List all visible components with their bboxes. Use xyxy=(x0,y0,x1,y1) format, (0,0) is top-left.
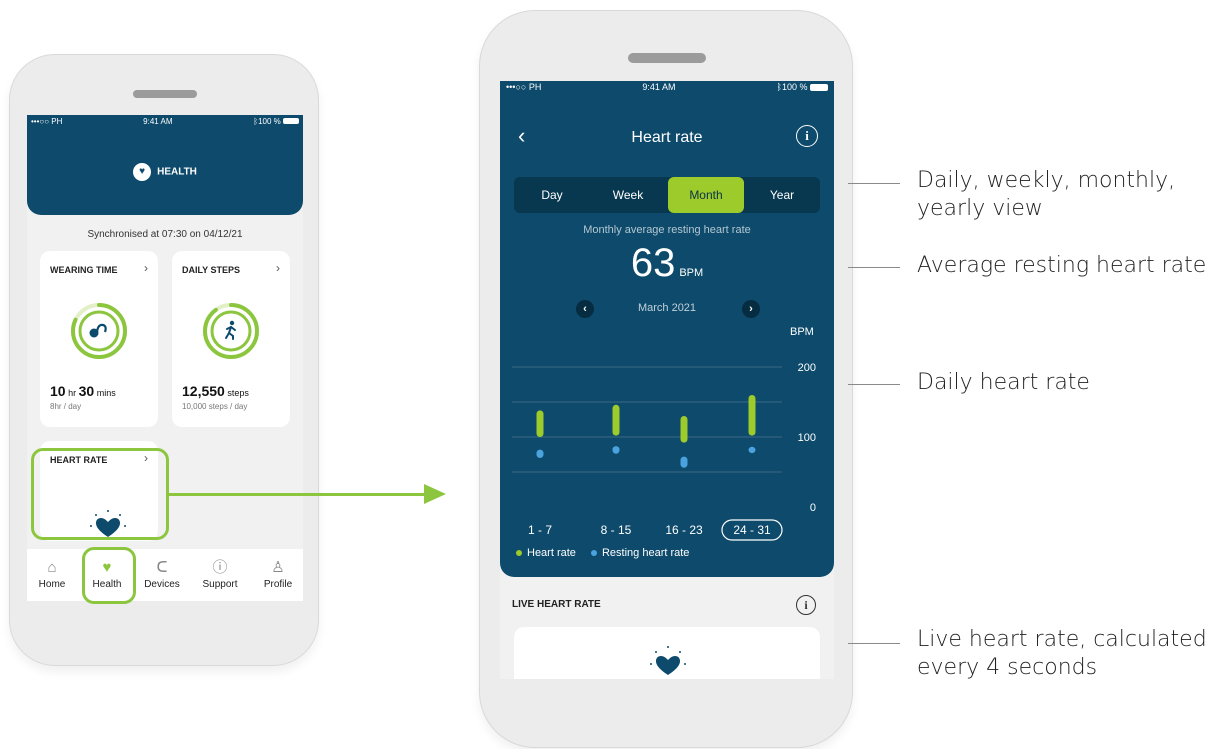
previous-month-button[interactable]: ‹ xyxy=(576,300,594,318)
month-label: March 2021 xyxy=(637,302,697,314)
steps-progress-ring xyxy=(203,303,259,359)
average-label: Monthly average resting heart rate xyxy=(583,224,751,236)
battery-icon xyxy=(810,84,828,92)
steps-goal: 10,000 steps / day xyxy=(182,402,248,411)
tab-day[interactable]: Day xyxy=(514,177,590,213)
period-selector: Day Week Month Year xyxy=(514,177,820,213)
heart-rate-bar xyxy=(680,416,688,443)
average-unit: BPM xyxy=(679,267,704,279)
wearing-progress-ring xyxy=(71,303,127,359)
daily-steps-card[interactable]: DAILY STEPS › 12,550 steps 10,000 steps … xyxy=(172,251,290,427)
heart-pulse-icon xyxy=(650,646,686,675)
health-header: •••○○ PH 9:41 AM ᛒ100 % ♥ HEALTH xyxy=(27,115,303,215)
resting-heart-rate-bar xyxy=(680,456,688,468)
legend-dot xyxy=(516,550,522,557)
nav-devices[interactable]: ᑕ Devices xyxy=(137,557,187,590)
carrier: •••○○ PH xyxy=(506,82,542,92)
battery-status: ᛒ100 % xyxy=(777,82,828,92)
bottom-navigation: ⌂ Home ♥ Health ᑕ Devices ⓘ Support ♙ Profile xyxy=(27,549,303,601)
arrow-head-icon xyxy=(424,484,446,504)
x-tick-label: 16 - 23 xyxy=(665,523,703,537)
resting-heart-rate-bar xyxy=(748,446,756,454)
clock: 9:41 AM xyxy=(642,82,676,92)
x-tick-label: 24 - 31 xyxy=(733,523,771,537)
heart-rate-bar xyxy=(748,395,756,436)
nav-profile[interactable]: ♙ Profile xyxy=(253,557,303,590)
speaker xyxy=(628,53,706,63)
chart-legend: Heart rate Resting heart rate xyxy=(516,547,701,559)
live-heart-rate-label: LIVE HEART RATE xyxy=(512,599,601,610)
heart-rate-chart: 0 100 200 1 - 7 8 - 15 16 - 23 24 - 31 xyxy=(512,362,816,541)
info-icon[interactable]: i xyxy=(796,125,818,147)
tab-year[interactable]: Year xyxy=(744,177,820,213)
tab-week[interactable]: Week xyxy=(590,177,666,213)
left-phone: •••○○ PH 9:41 AM ᛒ100 % ♥ HEALTH Synchron… xyxy=(9,54,319,666)
heart-rate-bar xyxy=(612,404,620,436)
arrow-line xyxy=(168,493,426,496)
callout-live: Live heart rate, calculated every 4 seco… xyxy=(917,627,1207,681)
x-tick-label: 1 - 7 xyxy=(528,523,552,537)
average-number: 63 xyxy=(630,241,676,285)
user-icon: ♙ xyxy=(271,559,285,576)
resting-heart-rate-bar xyxy=(612,446,620,454)
page-title: ♥ HEALTH xyxy=(27,163,303,181)
average-value: 63 BPM xyxy=(500,241,834,286)
battery-status: ᛒ100 % xyxy=(253,117,299,126)
callout-line xyxy=(848,643,900,644)
speaker xyxy=(133,90,197,98)
card-title: WEARING TIME xyxy=(50,265,118,275)
help-icon: ⓘ xyxy=(212,559,228,576)
callout-line xyxy=(848,183,900,184)
heart-rate-screen: •••○○ PH 9:41 AM ᛒ100 % ‹ Heart rate i D… xyxy=(500,81,834,679)
battery-icon xyxy=(283,118,299,125)
callout-line xyxy=(848,267,900,268)
callout-period-view: Daily, weekly, monthly, yearly view xyxy=(917,168,1176,222)
card-title: DAILY STEPS xyxy=(182,265,241,275)
nav-home[interactable]: ⌂ Home xyxy=(27,557,77,590)
clock: 9:41 AM xyxy=(143,116,173,126)
info-icon[interactable]: i xyxy=(796,595,816,615)
page-title: Heart rate xyxy=(631,129,703,146)
right-phone: •••○○ PH 9:41 AM ᛒ100 % ‹ Heart rate i D… xyxy=(479,10,853,748)
callout-daily: Daily heart rate xyxy=(917,370,1090,395)
sync-status: Synchronised at 07:30 on 04/12/21 xyxy=(87,229,243,240)
y-axis-label: BPM xyxy=(790,326,814,338)
health-tab-highlight xyxy=(82,547,136,604)
status-bar: •••○○ PH 9:41 AM ᛒ100 % xyxy=(27,115,303,127)
callout-line xyxy=(848,384,900,385)
callout-average: Average resting heart rate xyxy=(917,253,1207,278)
live-heart-rate-card xyxy=(514,627,820,679)
x-tick-label: 8 - 15 xyxy=(601,523,632,537)
chevron-right-icon: › xyxy=(144,261,148,275)
nav-support[interactable]: ⓘ Support xyxy=(195,557,245,590)
wearing-time-card[interactable]: WEARING TIME › 10 hr 30 mins 8hr / day xyxy=(40,251,158,427)
status-bar: •••○○ PH 9:41 AM ᛒ100 % xyxy=(500,81,834,93)
heart-rate-bar xyxy=(536,410,544,437)
hearing-aid-icon: ᑕ xyxy=(156,559,168,576)
next-month-button[interactable]: › xyxy=(742,300,760,318)
home-icon: ⌂ xyxy=(47,559,57,576)
tab-month[interactable]: Month xyxy=(668,177,744,213)
heart-icon: ♥ xyxy=(133,163,152,181)
y-tick-label: 200 xyxy=(798,362,816,374)
chevron-right-icon: › xyxy=(276,261,280,275)
wearing-time-value: 10 hr 30 mins xyxy=(50,383,116,399)
legend-resting-heart-rate: Resting heart rate xyxy=(590,547,689,559)
heart-rate-panel: •••○○ PH 9:41 AM ᛒ100 % ‹ Heart rate i D… xyxy=(500,81,834,577)
legend-dot xyxy=(590,550,597,557)
heart-rate-card-highlight xyxy=(31,448,169,540)
y-tick-label: 100 xyxy=(798,432,816,444)
steps-value: 12,550 steps xyxy=(182,383,249,399)
wearing-goal: 8hr / day xyxy=(50,402,82,411)
month-navigator: March 2021 ‹ › xyxy=(500,299,834,319)
resting-heart-rate-bar xyxy=(536,449,544,458)
legend-heart-rate: Heart rate xyxy=(516,547,576,559)
y-tick-label: 0 xyxy=(810,502,816,514)
carrier: •••○○ PH xyxy=(31,116,63,126)
